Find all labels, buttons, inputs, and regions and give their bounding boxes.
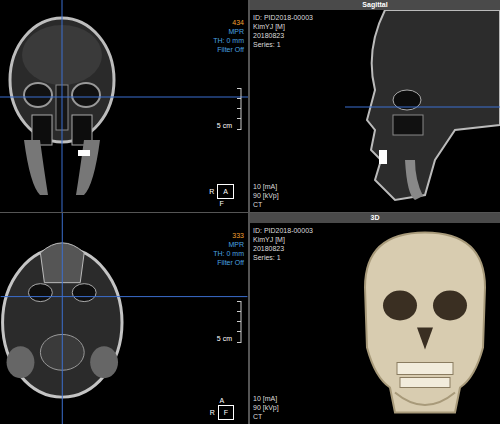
sagittal-ct-image [345,10,500,212]
3d-skull-render [345,223,500,424]
patient-info-line: 20180823 [253,31,342,40]
orientation-label: A [219,396,224,405]
patient-info-line: Series: 1 [253,253,342,262]
slice-number: 434 [232,18,244,27]
patient-info-line: 20180823 [253,244,342,253]
viewer-row: 434MPRTH: 0 mmFilter Off 5 cm RAF Sagittal I… [0,0,500,212]
info-viewport[interactable]: Sagittal ID: PID2018-00003KimYJ [M]201808… [250,0,500,212]
acquisition-info-line: 10 [mA] [253,182,342,191]
acquisition-info-line: CT [253,200,342,209]
viewport-overlay: 333MPRTH: 0 mmFilter Off [213,231,244,267]
patient-info-line: KimYJ [M] [253,22,342,31]
mode-label: MPR [228,27,244,36]
scale-ruler-icon [236,88,242,130]
patient-info: ID: PID2018-00003KimYJ [M]20180823Series… [253,13,342,49]
orientation-box: A [217,184,234,199]
info-viewport[interactable]: 3D ID: PID2018-00003KimYJ [M]20180823Seri… [250,213,500,424]
mpr-viewport[interactable]: 434MPRTH: 0 mmFilter Off 5 cm RAF [0,0,248,212]
acquisition-info-line: 90 [kVp] [253,191,342,200]
acquisition-info-line: 10 [mA] [253,394,342,403]
orientation-marker: ARF [210,396,234,420]
orientation-box: F [218,405,234,420]
mode-label: MPR [228,240,244,249]
acquisition-info: 10 [mA]90 [kVp]CT [253,182,342,209]
viewport-header: Sagittal [250,0,500,10]
scale-ruler-icon [236,301,242,343]
patient-info-line: KimYJ [M] [253,235,342,244]
viewport-overlay: 434MPRTH: 0 mmFilter Off [213,18,244,54]
thickness-label: TH: 0 mm [213,36,244,45]
orientation-label: F [219,199,223,208]
axial-ct-image [0,213,248,424]
acquisition-info: 10 [mA]90 [kVp]CT [253,394,342,421]
scale-bar: 5 cm [217,301,242,343]
orientation-marker: RAF [209,184,234,208]
patient-info-line: ID: PID2018-00003 [253,226,342,235]
patient-info: ID: PID2018-00003KimYJ [M]20180823Series… [253,226,342,262]
patient-info-line: ID: PID2018-00003 [253,13,342,22]
slice-number: 333 [232,231,244,240]
filter-label: Filter Off [217,258,244,267]
acquisition-info-line: 90 [kVp] [253,403,342,412]
coronal-ct-image [0,0,248,212]
mpr-viewport[interactable]: 333MPRTH: 0 mmFilter Off 5 cm ARF [0,213,248,424]
scale-label: 5 cm [217,121,232,130]
viewer-row: 333MPRTH: 0 mmFilter Off 5 cm ARF 3D ID: PID… [0,212,500,424]
thickness-label: TH: 0 mm [213,249,244,258]
acquisition-info-line: CT [253,412,342,421]
viewport-header: 3D [250,213,500,223]
orientation-label: R [210,408,215,417]
scale-bar: 5 cm [217,88,242,130]
patient-info-line: Series: 1 [253,40,342,49]
ct-viewer: 434MPRTH: 0 mmFilter Off5 cmRAFSagittalI… [0,0,500,424]
scale-label: 5 cm [217,334,232,343]
filter-label: Filter Off [217,45,244,54]
orientation-label: R [209,187,214,196]
